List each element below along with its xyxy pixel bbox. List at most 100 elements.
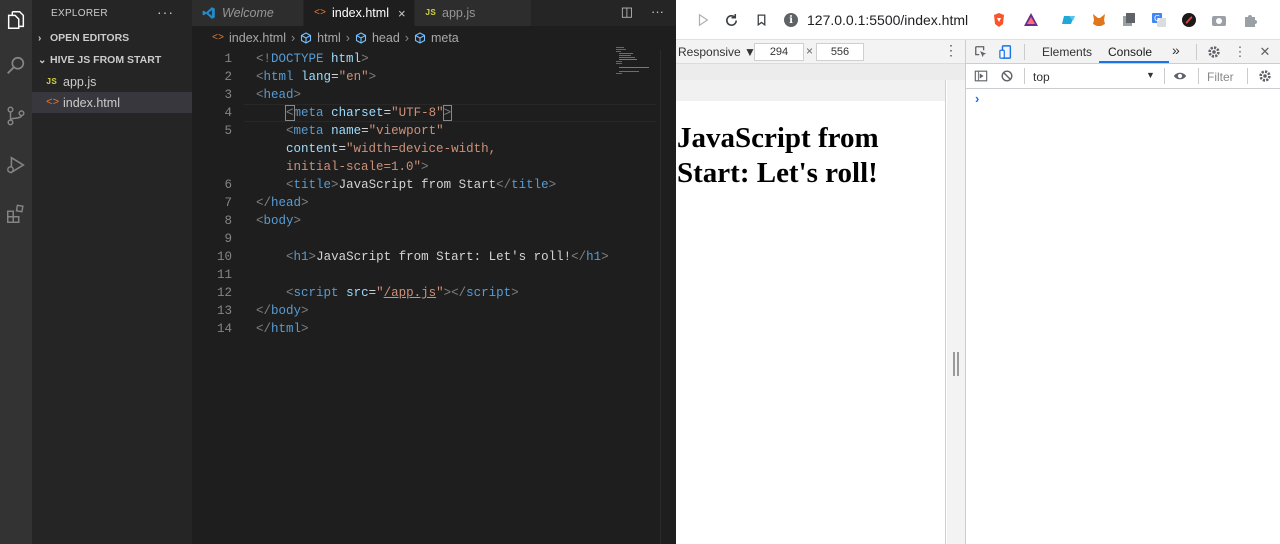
line-number: 13: [216, 304, 232, 318]
dimension-separator: ×: [806, 44, 814, 58]
svg-text:G: G: [1154, 14, 1160, 23]
close-icon[interactable]: ×: [398, 6, 406, 21]
inspect-element-icon[interactable]: [973, 44, 989, 60]
extensions-icon[interactable]: [0, 194, 32, 234]
responsive-dropdown[interactable]: Responsive ▼: [678, 45, 756, 59]
tab-label: app.js: [442, 6, 476, 20]
extension-copy-icon[interactable]: [1120, 11, 1138, 29]
activity-bar: [0, 0, 32, 544]
explorer-more-icon[interactable]: ···: [157, 4, 174, 20]
symbol-element-icon: [301, 32, 312, 44]
divider: [1198, 68, 1199, 84]
tab-app-js[interactable]: JS app.js: [415, 0, 531, 26]
context-selector[interactable]: top: [1033, 70, 1050, 84]
device-toggle-icon[interactable]: [998, 44, 1014, 60]
forward-icon[interactable]: [692, 9, 714, 31]
code-line: 5 <meta name="viewport": [192, 122, 662, 140]
symbol-element-icon: [355, 32, 367, 44]
file-item-app-js[interactable]: JS app.js: [32, 71, 192, 92]
console-prompt[interactable]: ›: [975, 91, 979, 106]
live-expression-eye-icon[interactable]: [1172, 68, 1188, 84]
line-number: 8: [224, 214, 232, 228]
tab-console[interactable]: Console: [1108, 45, 1152, 59]
code-line: 12 <script src="/app.js"></script>: [192, 284, 662, 302]
console-filter-input[interactable]: Filter: [1207, 70, 1234, 84]
viewport-width-input[interactable]: 294: [754, 43, 804, 61]
brave-shield-icon[interactable]: [990, 11, 1008, 29]
url-text: 127.0.0.1:5500/index.html: [807, 12, 969, 28]
line-number: 5: [224, 124, 232, 138]
tab-label: Welcome: [222, 6, 274, 20]
chevron-right-icon: ›: [404, 31, 409, 45]
line-number: 10: [216, 250, 232, 264]
chevron-right-icon: ›: [38, 32, 42, 44]
chevron-right-icon: ›: [345, 31, 350, 45]
divider: [1164, 68, 1165, 84]
address-bar[interactable]: i 127.0.0.1:5500/index.html: [784, 7, 980, 33]
viewport-height-input[interactable]: 556: [816, 43, 864, 61]
more-actions-icon[interactable]: ···: [651, 4, 664, 20]
symbol-element-icon: [414, 32, 426, 44]
code-line: 6 <title>JavaScript from Start</title>: [192, 176, 662, 194]
page-heading: JavaScript from Start: Let's roll!: [677, 122, 879, 189]
extension-wallet-icon[interactable]: [1060, 11, 1078, 29]
camera-icon[interactable]: [1210, 11, 1228, 29]
tab-index-html[interactable]: <> index.html ×: [304, 0, 414, 26]
chevron-right-icon: ›: [291, 31, 296, 45]
js-file-icon: JS: [425, 8, 436, 18]
breadcrumb-item[interactable]: meta: [431, 31, 459, 45]
device-more-icon[interactable]: ⋮: [944, 42, 958, 59]
info-icon[interactable]: i: [784, 13, 798, 27]
more-tabs-icon[interactable]: »: [1172, 42, 1180, 58]
bookmark-icon[interactable]: [750, 9, 772, 31]
console-toolbar: top ▼ Filter: [966, 64, 1280, 89]
device-ruler: [676, 64, 966, 80]
extensions-puzzle-icon[interactable]: [1242, 11, 1260, 29]
sidebar-toggle-icon[interactable]: [973, 68, 989, 84]
code-line: 9: [192, 230, 662, 248]
divider: [1024, 68, 1025, 84]
breadcrumb-item[interactable]: index.html: [229, 31, 286, 45]
code-line: 13 </body>: [192, 302, 662, 320]
extension-round-icon[interactable]: [1180, 11, 1198, 29]
devtools-tab-bar: Elements Console » ⋮ ✕: [966, 40, 1280, 64]
file-name: app.js: [63, 74, 97, 89]
resize-handle[interactable]: [953, 352, 959, 376]
reload-icon[interactable]: [720, 9, 742, 31]
devtools-more-icon[interactable]: ⋮: [1232, 44, 1248, 60]
minimap[interactable]: [616, 46, 660, 76]
code-editor[interactable]: 1 <!DOCTYPE html> 2 <html lang="en"> 3 <hea…: [192, 50, 676, 544]
tab-elements[interactable]: Elements: [1042, 45, 1092, 59]
device-toolbar: Responsive ▼ 294 × 556 ⋮: [676, 40, 966, 64]
breadcrumb-item[interactable]: html: [317, 31, 341, 45]
editor-scrollbar[interactable]: [660, 50, 661, 544]
code-line: 2 <html lang="en">: [192, 68, 662, 86]
run-debug-icon[interactable]: [0, 145, 32, 185]
translate-icon[interactable]: G: [1150, 11, 1168, 29]
clear-console-icon[interactable]: [999, 68, 1015, 84]
divider: [1247, 68, 1248, 84]
close-icon[interactable]: ✕: [1257, 44, 1273, 60]
chevron-down-icon[interactable]: ▼: [1146, 70, 1155, 80]
metamask-icon[interactable]: [1090, 11, 1108, 29]
js-file-icon: JS: [46, 76, 57, 87]
file-item-index-html[interactable]: <> index.html: [32, 92, 192, 113]
brave-rewards-icon[interactable]: [1022, 11, 1040, 29]
code-line: 11: [192, 266, 662, 284]
line-number: 7: [224, 196, 232, 210]
split-editor-icon[interactable]: ◫: [621, 4, 633, 20]
source-control-icon[interactable]: [0, 96, 32, 136]
tab-label: index.html: [332, 6, 389, 20]
console-settings-gear-icon[interactable]: [1257, 68, 1273, 84]
explorer-icon[interactable]: [0, 0, 32, 40]
search-icon[interactable]: [0, 46, 32, 86]
line-number: 11: [216, 268, 232, 282]
settings-gear-icon[interactable]: [1206, 44, 1222, 60]
vscode-window: EXPLORER ··· › OPEN EDITORS ⌄ HIVE JS FR…: [0, 0, 676, 544]
folder-section[interactable]: ⌄ HIVE JS FROM START: [32, 49, 192, 71]
line-number: 12: [216, 286, 232, 300]
tab-welcome[interactable]: Welcome: [192, 0, 303, 26]
code-line: content="width=device-width,: [286, 142, 497, 156]
breadcrumb-item[interactable]: head: [372, 31, 400, 45]
open-editors-section[interactable]: › OPEN EDITORS: [32, 27, 192, 49]
